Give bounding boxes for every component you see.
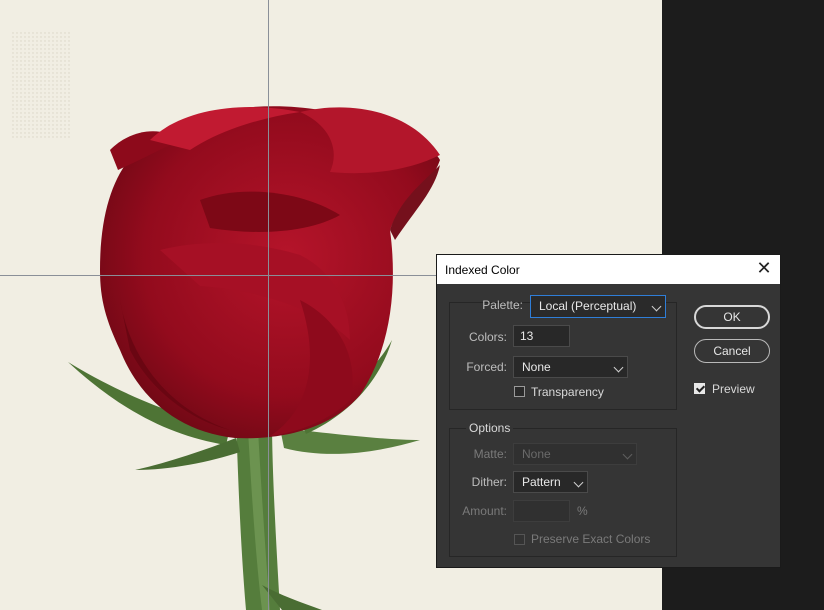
palette-select[interactable]: Local (Perceptual) <box>530 295 666 318</box>
preserve-exact-colors-checkbox <box>514 534 525 545</box>
amount-unit: % <box>577 504 588 518</box>
dither-select[interactable]: Pattern <box>513 471 588 493</box>
palette-value: Local (Perceptual) <box>539 299 637 313</box>
preview-label[interactable]: Preview <box>712 382 755 396</box>
dialog-title: Indexed Color <box>445 263 520 277</box>
dither-value: Pattern <box>522 475 561 489</box>
dither-label: Dither: <box>471 475 507 489</box>
close-icon[interactable]: ✕ <box>754 259 774 279</box>
ok-button[interactable]: OK <box>694 305 770 329</box>
matte-select: None <box>513 443 637 465</box>
amount-input <box>513 500 570 522</box>
preserve-exact-colors-label: Preserve Exact Colors <box>531 532 651 546</box>
forced-select[interactable]: None <box>513 356 628 378</box>
chevron-down-icon <box>573 477 584 488</box>
colors-label: Colors: <box>468 330 507 344</box>
palette-label: Palette: <box>482 298 523 312</box>
matte-value: None <box>522 447 551 461</box>
dialog-titlebar[interactable]: Indexed Color ✕ <box>437 255 780 284</box>
transparency-checkbox[interactable] <box>514 386 525 397</box>
options-group-label: Options <box>466 421 514 435</box>
transparency-label[interactable]: Transparency <box>531 385 604 399</box>
forced-label: Forced: <box>466 360 507 374</box>
amount-label: Amount: <box>462 504 507 518</box>
chevron-down-icon <box>622 449 633 460</box>
colors-input[interactable]: 13 <box>513 325 570 347</box>
vertical-guide[interactable] <box>268 0 269 610</box>
chevron-down-icon <box>651 301 662 312</box>
preview-checkbox[interactable] <box>694 383 705 394</box>
matte-label: Matte: <box>473 447 507 461</box>
cancel-button[interactable]: Cancel <box>694 339 770 363</box>
chevron-down-icon <box>613 362 624 373</box>
forced-value: None <box>522 360 551 374</box>
indexed-color-dialog: Indexed Color ✕ Palette: Local (Perceptu… <box>436 254 781 568</box>
